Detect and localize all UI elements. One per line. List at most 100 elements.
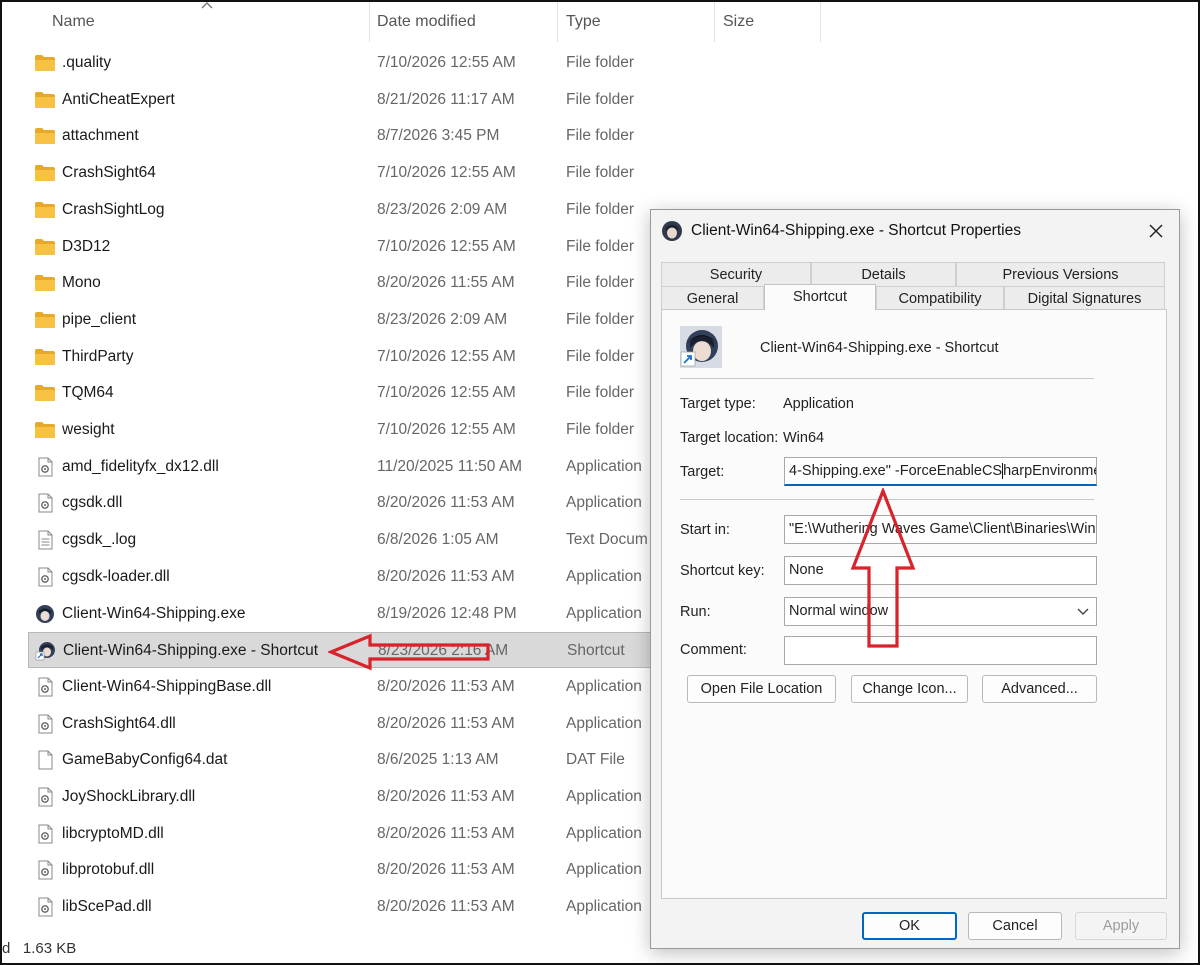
file-type: File folder <box>566 347 635 365</box>
ok-button[interactable]: OK <box>862 912 957 940</box>
file-type: Application <box>566 824 642 842</box>
file-date: 7/10/2026 12:55 AM <box>377 347 516 365</box>
file-date: 8/23/2026 2:09 AM <box>377 200 508 218</box>
start-in-label: Start in: <box>680 522 730 538</box>
file-row[interactable]: libScePad.dll 8/20/2026 11:53 AM Applicati… <box>28 889 652 925</box>
column-size[interactable]: Size <box>715 2 821 42</box>
open-file-location-button[interactable]: Open File Location <box>687 675 836 703</box>
file-row[interactable]: cgsdk-loader.dll 8/20/2026 11:53 AM Applic… <box>28 559 652 595</box>
status-bar: d 1.63 KB <box>2 940 76 957</box>
file-name: wesight <box>62 421 115 438</box>
file-name: .quality <box>62 54 112 71</box>
folder-icon <box>34 90 56 110</box>
file-row[interactable]: wesight 7/10/2026 12:55 AM File folder <box>28 412 652 448</box>
file-name: Client-Win64-Shipping.exe - Shortcut <box>63 642 319 660</box>
divider <box>680 378 1094 379</box>
file-date: 11/20/2025 11:50 AM <box>377 457 523 475</box>
file-type: Application <box>566 567 642 585</box>
file-row[interactable]: TQM64 7/10/2026 12:55 AM File folder <box>28 375 652 411</box>
file-date: 8/23/2026 2:09 AM <box>377 310 508 328</box>
shortcut-key-label: Shortcut key: <box>680 563 765 579</box>
file-date: 8/20/2026 11:53 AM <box>377 567 515 585</box>
shortcut-icon <box>35 641 57 661</box>
folder-icon <box>34 200 56 220</box>
file-date: 7/10/2026 12:55 AM <box>377 384 516 402</box>
file-row[interactable]: libprotobuf.dll 8/20/2026 11:53 AM Applica… <box>28 852 652 888</box>
file-type: Application <box>566 457 642 475</box>
file-date: 7/10/2026 12:55 AM <box>377 237 516 255</box>
file-date: 8/20/2026 11:53 AM <box>377 677 515 695</box>
folder-icon <box>34 273 56 293</box>
comment-input[interactable] <box>784 636 1097 665</box>
advanced-button[interactable]: Advanced... <box>982 675 1097 703</box>
tab-security[interactable]: Security <box>661 262 811 286</box>
tab-strip: Security Details Previous Versions Gener… <box>661 262 1167 310</box>
file-row[interactable]: CrashSight64.dll 8/20/2026 11:53 AM Applic… <box>28 706 652 742</box>
file-date: 7/10/2026 12:55 AM <box>377 421 516 438</box>
tab-general[interactable]: General <box>661 286 764 310</box>
file-type: File folder <box>566 200 635 218</box>
file-date: 8/20/2026 11:53 AM <box>377 788 515 805</box>
shortcut-key-input[interactable]: None <box>784 556 1097 585</box>
cancel-button[interactable]: Cancel <box>968 912 1062 940</box>
file-date: 8/19/2026 12:48 PM <box>377 604 517 622</box>
folder-icon <box>34 420 56 440</box>
folder-icon <box>34 126 56 146</box>
file-date: 8/20/2026 11:53 AM <box>377 861 515 879</box>
selected-size: 1.63 KB <box>22 940 77 957</box>
run-select[interactable]: Normal window <box>784 597 1097 626</box>
tab-compatibility[interactable]: Compatibility <box>876 286 1004 310</box>
file-type: Application <box>566 677 642 695</box>
game-app-icon <box>662 221 682 241</box>
file-row[interactable]: JoyShockLibrary.dll 8/20/2026 11:53 AM App… <box>28 779 652 815</box>
file-row[interactable]: ThirdParty 7/10/2026 12:55 AM File folder <box>28 339 652 375</box>
tab-details[interactable]: Details <box>811 262 956 286</box>
file-row[interactable]: cgsdk.dll 8/20/2026 11:53 AM Application <box>28 485 652 521</box>
file-type: DAT File <box>566 751 625 769</box>
file-type: Text Docum <box>566 531 648 549</box>
file-row[interactable]: Client-Win64-Shipping.exe 8/19/2026 12:48… <box>28 596 652 632</box>
target-location-value: Win64 <box>783 430 825 446</box>
file-row[interactable]: .quality 7/10/2026 12:55 AM File folder <box>28 45 652 81</box>
file-row[interactable]: amd_fidelityfx_dx12.dll 11/20/2025 11:50 … <box>28 449 652 485</box>
dll-file-icon <box>34 677 56 697</box>
column-type[interactable]: Type <box>558 2 715 42</box>
file-row[interactable]: GameBabyConfig64.dat 8/6/2025 1:13 AM DAT … <box>28 742 652 778</box>
file-name: CrashSightLog <box>62 200 165 218</box>
file-row[interactable]: cgsdk_.log 6/8/2026 1:05 AM Text Docum <box>28 522 652 558</box>
file-row[interactable]: Mono 8/20/2026 11:55 AM File folder <box>28 265 652 301</box>
file-row[interactable]: pipe_client 8/23/2026 2:09 AM File folder <box>28 302 652 338</box>
file-row[interactable]: CrashSightLog 8/23/2026 2:09 AM File folde… <box>28 192 652 228</box>
file-date: 7/10/2026 12:55 AM <box>377 164 516 182</box>
file-name: GameBabyConfig64.dat <box>62 751 228 769</box>
dialog-title: Client-Win64-Shipping.exe - Shortcut Pro… <box>691 222 1021 239</box>
file-row[interactable]: attachment 8/7/2026 3:45 PM File folder <box>28 118 652 154</box>
file-row[interactable]: CrashSight64 7/10/2026 12:55 AM File folde… <box>28 155 652 191</box>
file-date: 8/20/2026 11:53 AM <box>377 898 515 916</box>
file-type: Application <box>566 788 642 805</box>
file-row[interactable]: AntiCheatExpert 8/21/2026 11:17 AM File fo… <box>28 82 652 118</box>
file-row[interactable]: libcryptoMD.dll 8/20/2026 11:53 AM Applica… <box>28 816 652 852</box>
change-icon-button[interactable]: Change Icon... <box>851 675 968 703</box>
file-type: Application <box>566 898 642 916</box>
column-date[interactable]: Date modified <box>369 2 558 42</box>
apply-button[interactable]: Apply <box>1075 912 1167 940</box>
file-name: libcryptoMD.dll <box>62 824 164 842</box>
file-type: Shortcut <box>567 642 625 660</box>
file-date: 8/7/2026 3:45 PM <box>377 127 500 145</box>
file-date: 8/21/2026 11:17 AM <box>377 90 515 108</box>
folder-icon <box>34 237 56 257</box>
target-input[interactable]: 4-Shipping.exe" -ForceEnableCSharpEnviro… <box>784 457 1097 486</box>
tab-digital-signatures[interactable]: Digital Signatures <box>1004 286 1165 310</box>
file-name: libScePad.dll <box>62 898 152 916</box>
file-row[interactable]: Client-Win64-ShippingBase.dll 8/20/2026 1… <box>28 669 652 705</box>
start-in-input[interactable]: "E:\Wuthering Waves Game\Client\Binaries… <box>784 515 1097 544</box>
tab-previous-versions[interactable]: Previous Versions <box>956 262 1165 286</box>
red-arrow-left-icon <box>328 633 490 671</box>
file-name: TQM64 <box>62 384 114 402</box>
target-location-label: Target location: <box>680 430 779 446</box>
sort-ascending-icon <box>201 2 213 9</box>
file-row[interactable]: D3D12 7/10/2026 12:55 AM File folder <box>28 229 652 265</box>
tab-shortcut[interactable]: Shortcut <box>764 284 876 310</box>
close-icon[interactable] <box>1143 218 1169 244</box>
